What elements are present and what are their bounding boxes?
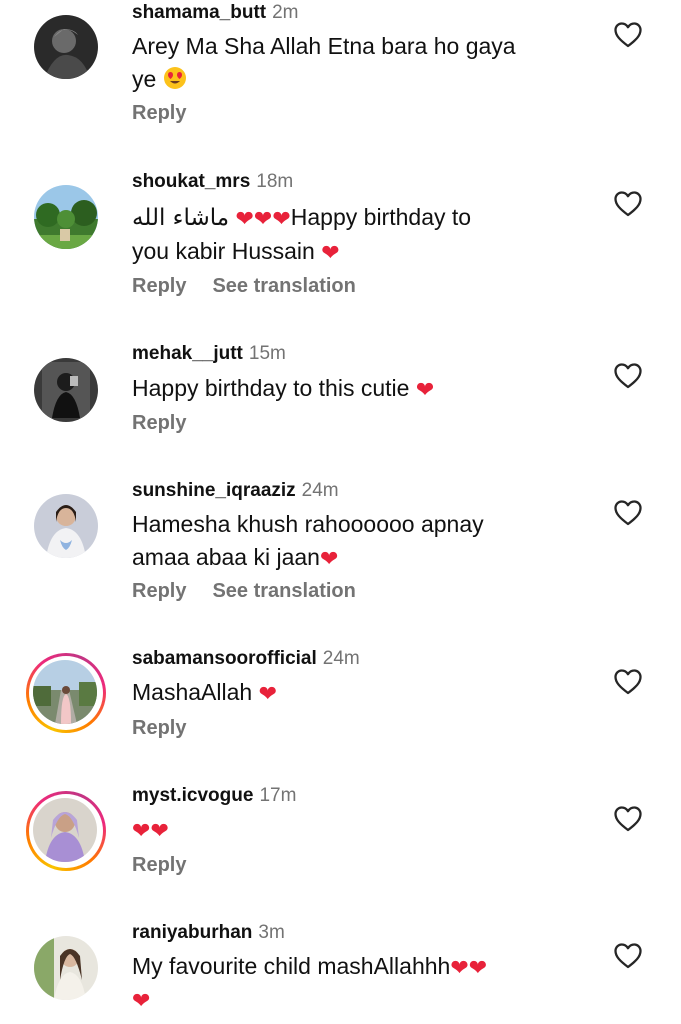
like-button[interactable] (612, 940, 644, 972)
like-button[interactable] (612, 360, 644, 392)
heart-emoji-icon: ❤ (321, 240, 340, 265)
comment-text: ماشاء الله ❤❤❤Happy birthday to you kabi… (132, 201, 572, 268)
comment-text-line: you kabir Hussain (132, 238, 315, 264)
username[interactable]: shoukat_mrs (132, 171, 250, 192)
avatar[interactable] (34, 185, 98, 249)
heart-emoji-icon: ❤ (132, 818, 151, 843)
heart-outline-icon (614, 363, 642, 389)
heart-outline-icon (614, 191, 642, 217)
avatar (33, 798, 97, 862)
heart-emoji-icon: ❤ (450, 955, 469, 980)
heart-emoji-icon: ❤ (253, 206, 273, 231)
timestamp: 2m (272, 2, 299, 23)
timestamp: 24m (301, 480, 339, 501)
avatar[interactable] (34, 358, 98, 422)
timestamp: 17m (259, 785, 297, 806)
heart-outline-icon (614, 22, 642, 48)
heart-emoji-icon: ❤ (319, 546, 339, 571)
timestamp: 24m (322, 648, 360, 669)
heart-emoji-icon: ❤ (468, 955, 488, 980)
like-button[interactable] (612, 19, 644, 51)
comment-meta: myst.icvogue 17m (132, 785, 296, 807)
comment-actions: Reply (132, 853, 186, 877)
like-button[interactable] (612, 188, 644, 220)
reply-button[interactable]: Reply (132, 101, 186, 125)
comment-text-arabic: ماشاء الله (132, 205, 230, 231)
comment-text-line: Hamesha khush rahoooooo apnay (132, 511, 484, 537)
heart-outline-icon (614, 943, 642, 969)
timestamp: 18m (256, 171, 294, 192)
reply-button[interactable]: Reply (132, 411, 186, 435)
like-button[interactable] (612, 666, 644, 698)
comment-text-line: Arey Ma Sha Allah Etna bara ho gaya (132, 33, 516, 59)
comment-meta: sunshine_iqraaziz 24m (132, 480, 339, 502)
comment-text: MashaAllah ❤ (132, 676, 572, 709)
comment-text-line: Happy birthday to (290, 204, 472, 230)
see-translation-button[interactable]: See translation (212, 579, 355, 603)
avatar-story-ring[interactable] (26, 653, 106, 733)
comment-actions: Reply (132, 101, 186, 125)
username[interactable]: shamama_butt (132, 2, 266, 23)
comment-text: Arey Ma Sha Allah Etna bara ho gaya ye (132, 30, 572, 96)
username[interactable]: sabamansoorofficial (132, 648, 317, 669)
heart-outline-icon (614, 500, 642, 526)
heart-emoji-icon: ❤ (415, 377, 435, 402)
like-button[interactable] (612, 497, 644, 529)
comment-text-line: ye (132, 66, 157, 92)
comment-text-line: My favourite child mashAllahhh (132, 953, 451, 979)
username[interactable]: raniyaburhan (132, 922, 252, 943)
reply-button[interactable]: Reply (132, 274, 186, 298)
comment-actions: Reply (132, 716, 186, 740)
heart-eyes-emoji-icon (163, 66, 187, 90)
avatar-story-ring[interactable] (26, 791, 106, 871)
comment-meta: shoukat_mrs 18m (132, 171, 293, 193)
comment-text-line: amaa abaa ki jaan (132, 544, 320, 570)
comment-meta: shamama_butt 2m (132, 2, 299, 24)
comment-actions: Reply See translation (132, 579, 356, 603)
username[interactable]: mehak__jutt (132, 343, 243, 364)
heart-outline-icon (614, 806, 642, 832)
avatar[interactable] (34, 936, 98, 1000)
heart-emoji-icon: ❤ (258, 681, 278, 706)
timestamp: 15m (248, 343, 286, 364)
comment-text-line: Happy birthday to this cutie (132, 375, 410, 401)
see-translation-button[interactable]: See translation (212, 274, 355, 298)
comment-meta: sabamansoorofficial 24m (132, 648, 360, 670)
avatar[interactable] (34, 494, 98, 558)
timestamp: 3m (258, 922, 285, 943)
comment-text: My favourite child mashAllahhh❤❤ ❤ (132, 950, 572, 1016)
heart-emoji-icon: ❤ (272, 206, 291, 231)
comment-text: Hamesha khush rahoooooo apnay amaa abaa … (132, 508, 572, 574)
reply-button[interactable]: Reply (132, 853, 186, 877)
reply-button[interactable]: Reply (132, 579, 186, 603)
username[interactable]: myst.icvogue (132, 785, 253, 806)
heart-emoji-icon: ❤ (132, 988, 151, 1013)
comment-actions: Reply See translation (132, 274, 356, 298)
reply-button[interactable]: Reply (132, 716, 186, 740)
comment-text-line: MashaAllah (132, 679, 253, 705)
avatar (33, 660, 97, 724)
heart-outline-icon (614, 669, 642, 695)
comment-text: Happy birthday to this cutie ❤ (132, 372, 572, 405)
like-button[interactable] (612, 803, 644, 835)
username[interactable]: sunshine_iqraaziz (132, 480, 296, 501)
comment-meta: raniyaburhan 3m (132, 922, 285, 944)
heart-emoji-icon: ❤ (150, 818, 169, 843)
comment-meta: mehak__jutt 15m (132, 343, 286, 365)
avatar[interactable] (34, 15, 98, 79)
comment-actions: Reply (132, 411, 186, 435)
comment-text: ❤❤ (132, 813, 572, 846)
heart-emoji-icon: ❤ (235, 206, 254, 231)
